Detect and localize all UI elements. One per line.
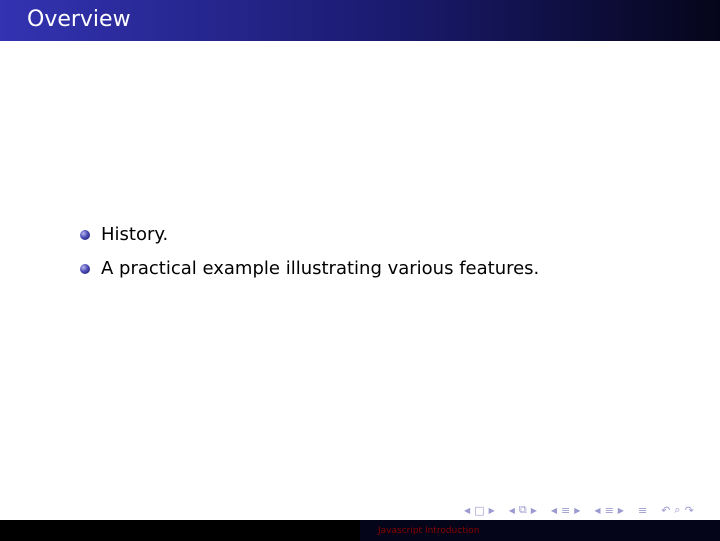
bullet-ball-icon [80, 264, 90, 274]
nav-next-slide-icon[interactable]: ▶ [487, 506, 497, 515]
footer-right-panel: Javascript Introduction [360, 520, 720, 541]
nav-frame-icon[interactable]: ⧉ [517, 503, 529, 517]
slide-content: History. A practical example illustratin… [78, 218, 678, 286]
bullet-item: A practical example illustrating various… [78, 252, 678, 286]
nav-search-icon[interactable]: ⌕ [672, 503, 682, 517]
nav-slide-group: ◀ □ ▶ [462, 504, 497, 517]
navigation-bar: ◀ □ ▶ ◀ ⧉ ▶ ◀ ≡ ▶ ◀ ≡ ▶ ≡ ↶ ⌕ ↷ [462, 502, 706, 518]
nav-appendix-icon[interactable]: ≡ [636, 504, 649, 517]
nav-prev-slide-icon[interactable]: ◀ [462, 506, 472, 515]
footer-short-title: Javascript Introduction [378, 525, 480, 536]
nav-section-group: ◀ ≡ ▶ [592, 504, 626, 517]
footer-left-panel [0, 520, 360, 541]
nav-section-icon[interactable]: ≡ [603, 504, 616, 517]
footer: Javascript Introduction [0, 520, 720, 541]
nav-prev-section-icon[interactable]: ◀ [592, 506, 602, 515]
bullet-list: History. A practical example illustratin… [78, 218, 678, 286]
nav-next-section-icon[interactable]: ▶ [616, 506, 626, 515]
frame-title: Overview [27, 7, 131, 32]
nav-slide-icon[interactable]: □ [472, 504, 486, 517]
nav-next-frame-icon[interactable]: ▶ [529, 506, 539, 515]
nav-next-subsection-icon[interactable]: ▶ [572, 506, 582, 515]
nav-back-icon[interactable]: ↶ [659, 504, 672, 517]
nav-prev-subsection-icon[interactable]: ◀ [549, 506, 559, 515]
nav-prev-frame-icon[interactable]: ◀ [507, 506, 517, 515]
nav-subsection-icon[interactable]: ≡ [559, 504, 572, 517]
nav-subsection-group: ◀ ≡ ▶ [549, 504, 583, 517]
bullet-item: History. [78, 218, 678, 252]
nav-tools-group: ↶ ⌕ ↷ [659, 503, 696, 517]
nav-forward-icon[interactable]: ↷ [683, 504, 696, 517]
bullet-ball-icon [80, 230, 90, 240]
frame-title-bar: Overview [0, 0, 720, 41]
nav-frame-group: ◀ ⧉ ▶ [507, 503, 539, 517]
nav-appendix-group: ≡ [636, 504, 649, 517]
bullet-text: A practical example illustrating various… [101, 258, 540, 279]
bullet-text: History. [101, 224, 169, 245]
